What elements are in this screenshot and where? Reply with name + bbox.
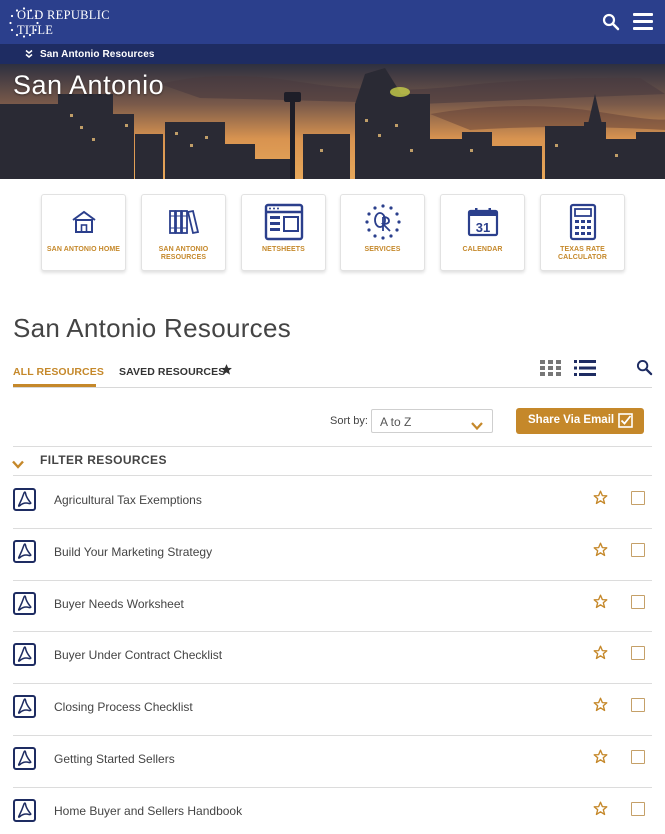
calendar-date: 31 xyxy=(475,220,489,235)
double-chevron-down-icon xyxy=(24,49,34,59)
star-outline-icon[interactable] xyxy=(593,542,608,557)
pdf-icon xyxy=(13,540,36,563)
chevron-down-icon xyxy=(471,417,483,431)
star-outline-icon[interactable] xyxy=(593,749,608,764)
pdf-icon xyxy=(13,799,36,822)
tile-services[interactable]: SERVICES xyxy=(340,194,425,271)
select-checkbox[interactable] xyxy=(631,802,645,816)
sort-value: A to Z xyxy=(380,415,412,429)
calendar-icon: 31 xyxy=(441,204,524,240)
grid-view-icon[interactable] xyxy=(540,360,561,376)
pdf-icon xyxy=(13,643,36,666)
page-title: San Antonio Resources xyxy=(13,313,292,343)
home-icon xyxy=(42,204,125,240)
select-checkbox[interactable] xyxy=(631,491,645,505)
select-checkbox[interactable] xyxy=(631,698,645,712)
or-seal-icon xyxy=(341,204,424,240)
checkbox-checked-icon xyxy=(618,413,633,428)
sort-select[interactable]: A to Z xyxy=(371,409,493,433)
share-via-email-button[interactable]: Share Via Email xyxy=(516,408,644,434)
books-icon xyxy=(142,204,225,240)
top-header: OLD REPUBLIC TITLE xyxy=(0,0,665,44)
list-item[interactable]: Buyer Needs Worksheet xyxy=(0,580,665,632)
subnav-label: San Antonio Resources xyxy=(40,48,155,60)
hero-title: San Antonio xyxy=(13,70,165,100)
tile-calendar[interactable]: 31 CALENDAR xyxy=(440,194,525,271)
section-subnav[interactable]: San Antonio Resources xyxy=(0,44,665,64)
tile-san-antonio-home[interactable]: SAN ANTONIO HOME xyxy=(41,194,126,271)
tile-label: SAN ANTONIO RESOURCES xyxy=(158,246,209,261)
tab-saved-resources[interactable]: SAVED RESOURCES xyxy=(119,366,225,378)
quick-links: SAN ANTONIO HOME SAN ANTONIO RESOURCES N… xyxy=(41,194,626,274)
tile-texas-rate-calculator[interactable]: TEXAS RATE CALCULATOR xyxy=(540,194,625,271)
star-icon xyxy=(220,363,233,376)
select-checkbox[interactable] xyxy=(631,595,645,609)
pdf-icon xyxy=(13,592,36,615)
pdf-icon xyxy=(13,488,36,511)
search-icon[interactable] xyxy=(636,359,653,376)
tile-label: CALENDAR xyxy=(462,246,503,253)
hero-banner: San Antonio xyxy=(0,64,665,179)
calculator-icon xyxy=(541,203,624,241)
pdf-icon xyxy=(13,695,36,718)
pdf-icon xyxy=(13,747,36,770)
tile-label: SAN ANTONIO HOME xyxy=(46,246,121,253)
star-outline-icon[interactable] xyxy=(593,490,608,505)
star-outline-icon[interactable] xyxy=(593,594,608,609)
list-view-icon[interactable] xyxy=(574,360,596,376)
logo-text: OLD REPUBLIC TITLE xyxy=(17,8,110,37)
share-label: Share Via Email xyxy=(528,414,615,426)
list-item[interactable]: Getting Started Sellers xyxy=(0,735,665,787)
resource-title[interactable]: Buyer Needs Worksheet xyxy=(54,597,184,611)
resource-title[interactable]: Home Buyer and Sellers Handbook xyxy=(54,804,242,818)
star-outline-icon[interactable] xyxy=(593,697,608,712)
list-item[interactable]: Closing Process Checklist xyxy=(0,683,665,735)
select-checkbox[interactable] xyxy=(631,646,645,660)
tabs-divider xyxy=(13,387,652,388)
resource-title[interactable]: Buyer Under Contract Checklist xyxy=(54,648,222,662)
tile-netsheets[interactable]: NETSHEETS xyxy=(241,194,326,271)
tile-label: SERVICES xyxy=(364,246,401,253)
select-checkbox[interactable] xyxy=(631,750,645,764)
resource-title[interactable]: Closing Process Checklist xyxy=(54,700,193,714)
resource-title[interactable]: Build Your Marketing Strategy xyxy=(54,545,212,559)
filter-resources-toggle[interactable]: FILTER RESOURCES xyxy=(40,453,167,467)
resource-title[interactable]: Agricultural Tax Exemptions xyxy=(54,493,202,507)
tile-san-antonio-resources[interactable]: SAN ANTONIO RESOURCES xyxy=(141,194,226,271)
sort-label: Sort by: xyxy=(330,415,368,427)
select-checkbox[interactable] xyxy=(631,543,645,557)
list-item[interactable]: Buyer Under Contract Checklist xyxy=(0,631,665,683)
tile-label: TEXAS RATE CALCULATOR xyxy=(558,246,607,261)
tab-all-resources[interactable]: ALL RESOURCES xyxy=(13,366,104,378)
star-outline-icon[interactable] xyxy=(593,645,608,660)
chevron-down-icon[interactable] xyxy=(12,456,24,469)
star-outline-icon[interactable] xyxy=(593,801,608,816)
list-item[interactable]: Home Buyer and Sellers Handbook xyxy=(0,787,665,834)
list-item[interactable]: Agricultural Tax Exemptions xyxy=(0,476,665,528)
old-republic-logo[interactable]: OLD REPUBLIC TITLE xyxy=(7,6,147,38)
hamburger-menu-icon[interactable] xyxy=(633,13,653,30)
list-item[interactable]: Build Your Marketing Strategy xyxy=(0,528,665,580)
divider xyxy=(13,446,652,447)
search-icon[interactable] xyxy=(602,13,620,31)
tile-label: NETSHEETS xyxy=(262,246,305,253)
netsheet-icon xyxy=(242,203,325,241)
resource-title[interactable]: Getting Started Sellers xyxy=(54,752,175,766)
